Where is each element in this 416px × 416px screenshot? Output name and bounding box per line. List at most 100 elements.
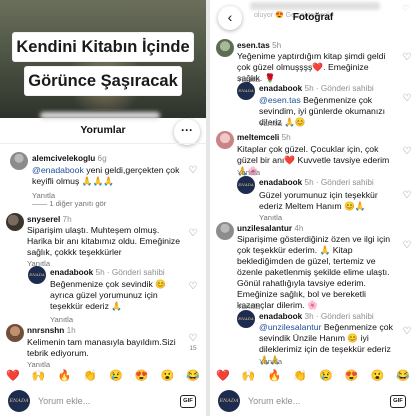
author-badge: Gönderi sahibi — [320, 84, 374, 93]
reply-button[interactable]: Yanıtla — [259, 213, 282, 222]
author-badge: Gönderi sahibi — [111, 268, 165, 277]
comment-time: 5h — [304, 178, 314, 187]
emoji-laugh[interactable]: 😂 — [186, 369, 200, 382]
emoji-bar: ❤️ 🙌 🔥 👏 😢 😍 😮 😂 — [0, 365, 206, 385]
avatar[interactable] — [10, 152, 28, 170]
comment-username[interactable]: snyserel 7h — [27, 215, 72, 224]
like-heart-icon[interactable]: ♡ — [188, 228, 198, 239]
comment-time: 7h — [62, 215, 72, 224]
comment-username[interactable]: unzilesalantur 4h — [237, 224, 303, 233]
emoji-heart-eyes[interactable]: 😍 — [135, 369, 149, 382]
avatar-enadabook[interactable]: ENADA — [237, 82, 255, 100]
emoji-surprised[interactable]: 😮 — [161, 369, 175, 382]
emoji-raised-hands[interactable]: 🙌 — [242, 369, 256, 382]
username-text[interactable]: nnrsnshn — [27, 326, 64, 335]
comment-input[interactable]: Yorum ekle... — [248, 396, 300, 406]
comment-input-row: ENADA Yorum ekle... GIF — [0, 386, 206, 416]
view-replies-button[interactable]: 1 diğer yanıtı gör — [49, 199, 106, 208]
like-heart-icon[interactable]: ♡ — [402, 240, 412, 251]
comment-time: 4h — [294, 224, 304, 233]
username-text[interactable]: enadabook — [259, 84, 302, 93]
like-heart-icon[interactable]: ♡ — [402, 326, 412, 337]
avatar[interactable] — [6, 324, 24, 342]
comment-username[interactable]: enadabook 5h · Gönderi sahibi — [50, 268, 165, 277]
emoji-fire[interactable]: 🔥 — [268, 369, 282, 382]
avatar[interactable] — [216, 39, 234, 57]
comment-text: Siparişim ulaştı. Muhteşem olmuş. Harika… — [27, 225, 181, 257]
like-heart-icon[interactable]: ♡ — [188, 333, 198, 344]
emoji-heart[interactable]: ❤️ — [6, 369, 20, 382]
comment-username[interactable]: nnrsnshn 1h — [27, 326, 76, 335]
comment-text: @enadabook yeni geldi,gerçekten çok keyi… — [32, 165, 182, 187]
emoji-laugh[interactable]: 😂 — [396, 369, 410, 382]
username-text[interactable]: enadabook — [50, 268, 93, 277]
username-text[interactable]: unzilesalantur — [237, 224, 292, 233]
view-replies-row[interactable]: —— 1 diğer yanıtı gör — [32, 199, 106, 208]
comment-time: 6g — [97, 154, 107, 163]
more-options-button[interactable]: ··· — [174, 119, 200, 145]
current-user-avatar: ENADA — [8, 390, 30, 412]
avatar-enadabook[interactable]: ENADA — [237, 310, 255, 328]
view-replies-line: —— — [32, 199, 50, 208]
gif-button[interactable]: GIF — [180, 395, 196, 408]
avatar[interactable] — [6, 213, 24, 231]
left-panel-comments-sheet: Kendini Kitabın İçinde Görünce Şaşıracak… — [0, 0, 206, 416]
comment-username[interactable]: enadabook 3h · Gönderi sahibi — [259, 312, 374, 321]
comment-username[interactable]: alemcivelekoglu 6g — [32, 154, 107, 163]
comment-text: Yeğenime yaptırdığım kitap şimdi geldi ç… — [237, 51, 386, 83]
right-panel-photo-comments: oluyor 😍 Gerçekten çok ♡ ‹ Fotoğraf esen… — [210, 0, 416, 416]
comment-time: 1h — [66, 326, 76, 335]
like-heart-icon[interactable]: ♡ — [402, 146, 412, 157]
comment-username[interactable]: esen.tas 5h — [237, 41, 281, 50]
mention-link[interactable]: @unzilesalantur — [259, 322, 321, 332]
avatar-enadabook[interactable]: ENADA — [28, 266, 46, 284]
comment-text: Beğenmenize çok sevindik 😊 ayrıca güzel … — [50, 279, 167, 311]
comment-time: 5h — [304, 84, 314, 93]
emoji-cry[interactable]: 😢 — [109, 369, 123, 382]
like-heart-icon[interactable]: ♡ — [188, 165, 198, 176]
comment-time: 3h — [304, 312, 314, 321]
faded-previous-comment — [250, 2, 380, 10]
emoji-clap[interactable]: 👏 — [293, 369, 307, 382]
username-text[interactable]: enadabook — [259, 312, 302, 321]
username-text[interactable]: snyserel — [27, 215, 60, 224]
like-heart-icon[interactable]: ♡ — [188, 281, 198, 292]
mention-link[interactable]: @esen.tas — [259, 95, 301, 105]
reply-button[interactable]: Yanıtla — [259, 119, 282, 128]
emoji-cry[interactable]: 😢 — [319, 369, 333, 382]
comment-input[interactable]: Yorum ekle... — [38, 396, 90, 406]
username-text[interactable]: alemcivelekoglu — [32, 154, 95, 163]
author-badge: Gönderi sahibi — [320, 312, 374, 321]
video-caption-line-2: Görünce Şaşıracak — [24, 66, 182, 96]
mention-link[interactable]: @enadabook — [32, 165, 84, 175]
like-heart-icon[interactable]: ♡ — [402, 93, 412, 104]
emoji-raised-hands[interactable]: 🙌 — [32, 369, 46, 382]
username-text[interactable]: meltemceli — [237, 133, 279, 142]
like-count: 15 — [189, 345, 197, 352]
emoji-heart[interactable]: ❤️ — [216, 369, 230, 382]
comment-username[interactable]: enadabook 5h · Gönderi sahibi — [259, 178, 374, 187]
emoji-surprised[interactable]: 😮 — [371, 369, 385, 382]
comment-username[interactable]: enadabook 5h · Gönderi sahibi — [259, 84, 374, 93]
comment-text: Kitaplar çok güzel. Çocuklar için, çok g… — [237, 144, 390, 176]
header-separator — [0, 143, 206, 144]
sheet-handle-blur — [40, 112, 160, 119]
like-heart-icon[interactable]: ♡ — [402, 190, 412, 201]
emoji-fire[interactable]: 🔥 — [58, 369, 72, 382]
comment-username[interactable]: meltemceli 5h — [237, 133, 291, 142]
emoji-bar: ❤️ 🙌 🔥 👏 😢 😍 😮 😂 — [210, 365, 416, 385]
username-text[interactable]: esen.tas — [237, 41, 270, 50]
avatar-enadabook[interactable]: ENADA — [237, 176, 255, 194]
comment-time: 5h — [281, 133, 291, 142]
emoji-clap[interactable]: 👏 — [83, 369, 97, 382]
reply-button[interactable]: Yanıtla — [50, 315, 73, 324]
author-badge: Gönderi sahibi — [320, 178, 374, 187]
avatar[interactable] — [216, 222, 234, 240]
page-title: Fotoğraf — [292, 12, 334, 23]
avatar[interactable] — [216, 131, 234, 149]
emoji-heart-eyes[interactable]: 😍 — [345, 369, 359, 382]
like-heart-icon[interactable]: ♡ — [402, 52, 412, 63]
gif-button[interactable]: GIF — [390, 395, 406, 408]
video-caption: Kendini Kitabın İçinde Görünce Şaşıracak — [6, 30, 200, 98]
username-text[interactable]: enadabook — [259, 178, 302, 187]
